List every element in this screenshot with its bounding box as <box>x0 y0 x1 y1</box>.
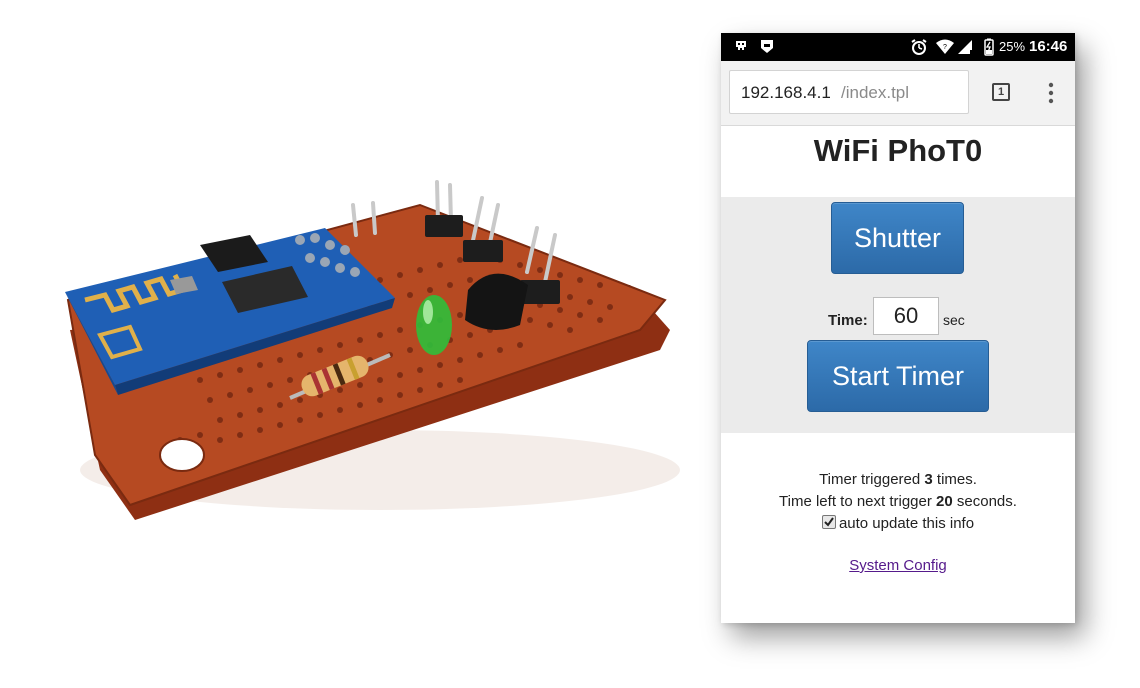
url-path: /index.tpl <box>841 83 910 102</box>
next-prefix: Time left to next trigger <box>779 493 937 510</box>
shutter-button[interactable]: Shutter <box>831 202 964 274</box>
battery-icon <box>984 38 994 56</box>
next-trigger-line: Time left to next trigger 20 seconds. <box>721 491 1075 513</box>
svg-text:?: ? <box>943 44 947 51</box>
app-alien-icon <box>736 41 746 50</box>
triggered-prefix: Timer triggered <box>819 471 925 488</box>
app-shield-icon <box>761 40 773 53</box>
battery-percent: 25% <box>999 39 1026 54</box>
auto-update-checkbox[interactable] <box>821 515 836 529</box>
triggered-count-line: Timer triggered 3 times. <box>721 469 1075 491</box>
time-label: Time: <box>828 312 868 329</box>
wifi-signal-icon: ? <box>936 39 954 54</box>
auto-update-label: auto update this info <box>838 515 975 532</box>
controls-panel: Shutter Time: 60 sec Start Timer <box>721 197 1075 433</box>
green-led <box>416 295 452 355</box>
clock-time: 16:46 <box>1029 38 1068 55</box>
auto-update-row: auto update this info <box>721 513 1075 535</box>
overflow-menu-icon[interactable] <box>1041 81 1061 105</box>
system-config-link[interactable]: System Config <box>721 557 1075 574</box>
timer-info: Timer triggered 3 times. Time left to ne… <box>721 469 1075 535</box>
time-input[interactable]: 60 <box>873 297 939 335</box>
page-title: WiFi PhoT0 <box>813 133 983 168</box>
browser-toolbar: 192.168.4.1 /index.tpl 1 <box>721 61 1075 126</box>
cell-signal-icon <box>958 40 973 54</box>
time-unit-label: sec <box>943 312 965 328</box>
next-seconds: 20 <box>936 493 953 510</box>
start-timer-button[interactable]: Start Timer <box>807 340 989 412</box>
tab-switcher-button[interactable]: 1 <box>992 83 1010 101</box>
triggered-count: 3 <box>924 471 933 488</box>
mounting-hole <box>159 438 205 472</box>
address-bar[interactable]: 192.168.4.1 /index.tpl <box>729 70 969 114</box>
phone-screenshot: ? 25% 16:46 192.168.4.1 /index.tpl 1 WiF… <box>721 33 1075 623</box>
triggered-suffix: times. <box>932 471 977 488</box>
url-host: 192.168.4.1 <box>741 83 831 102</box>
status-bar: ? 25% 16:46 <box>721 33 1075 61</box>
circuit-board-photo <box>65 180 680 520</box>
next-suffix: seconds. <box>952 493 1017 510</box>
alarm-clock-icon <box>911 39 927 55</box>
